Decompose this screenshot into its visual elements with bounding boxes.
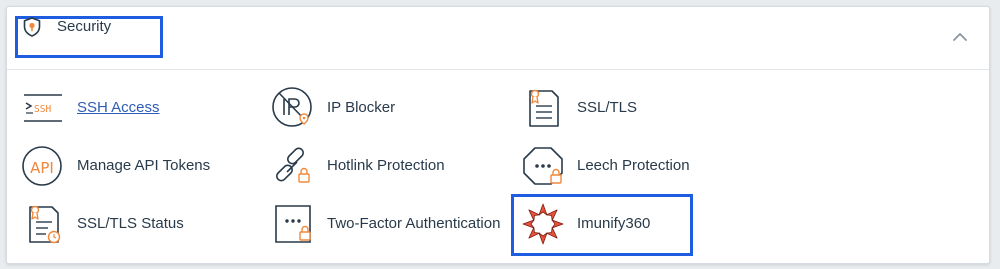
item-hotlink-protection[interactable]: Hotlink Protection — [271, 144, 491, 192]
api-icon: API — [21, 144, 65, 188]
svg-text:SSH: SSH — [34, 104, 51, 115]
ip-blocker-icon — [271, 86, 315, 130]
item-label: SSL/TLS Status — [77, 215, 184, 232]
item-label: Manage API Tokens — [77, 157, 211, 174]
two-factor-icon — [271, 202, 315, 246]
svg-text:API: API — [30, 159, 54, 177]
item-ssl-tls-status[interactable]: SSL/TLS Status — [21, 202, 241, 250]
item-manage-api-tokens[interactable]: API Manage API Tokens — [21, 144, 241, 192]
panel-header[interactable]: Security — [7, 7, 989, 70]
item-ssh-access[interactable]: SSH SSH Access — [21, 86, 241, 134]
shield-icon — [21, 16, 43, 38]
leech-protection-icon — [521, 144, 565, 188]
item-label: Hotlink Protection — [327, 157, 445, 174]
ssh-terminal-icon: SSH — [21, 86, 65, 130]
item-two-factor-authentication[interactable]: Two-Factor Authentication — [271, 202, 511, 250]
item-label[interactable]: SSH Access — [77, 99, 160, 116]
hotlink-chain-icon — [271, 144, 315, 188]
item-imunify360[interactable]: Imunify360 — [521, 202, 691, 250]
section-title: Security — [57, 18, 112, 35]
item-ssl-tls[interactable]: SSL/TLS — [521, 86, 741, 134]
item-label: SSL/TLS — [577, 99, 638, 116]
item-leech-protection[interactable]: Leech Protection — [521, 144, 741, 192]
certificate-icon — [521, 86, 565, 130]
chevron-up-icon[interactable] — [951, 30, 969, 44]
item-ip-blocker[interactable]: IP Blocker — [271, 86, 491, 134]
item-label: Two-Factor Authentication — [327, 215, 501, 232]
item-label: Leech Protection — [577, 157, 690, 174]
security-panel: Security SSH SSH Access IP Blocker SSL/T… — [6, 6, 990, 264]
item-label: Imunify360 — [577, 215, 651, 232]
item-label: IP Blocker — [327, 99, 396, 116]
imunify360-icon — [521, 202, 565, 246]
certificate-status-icon — [21, 202, 65, 246]
